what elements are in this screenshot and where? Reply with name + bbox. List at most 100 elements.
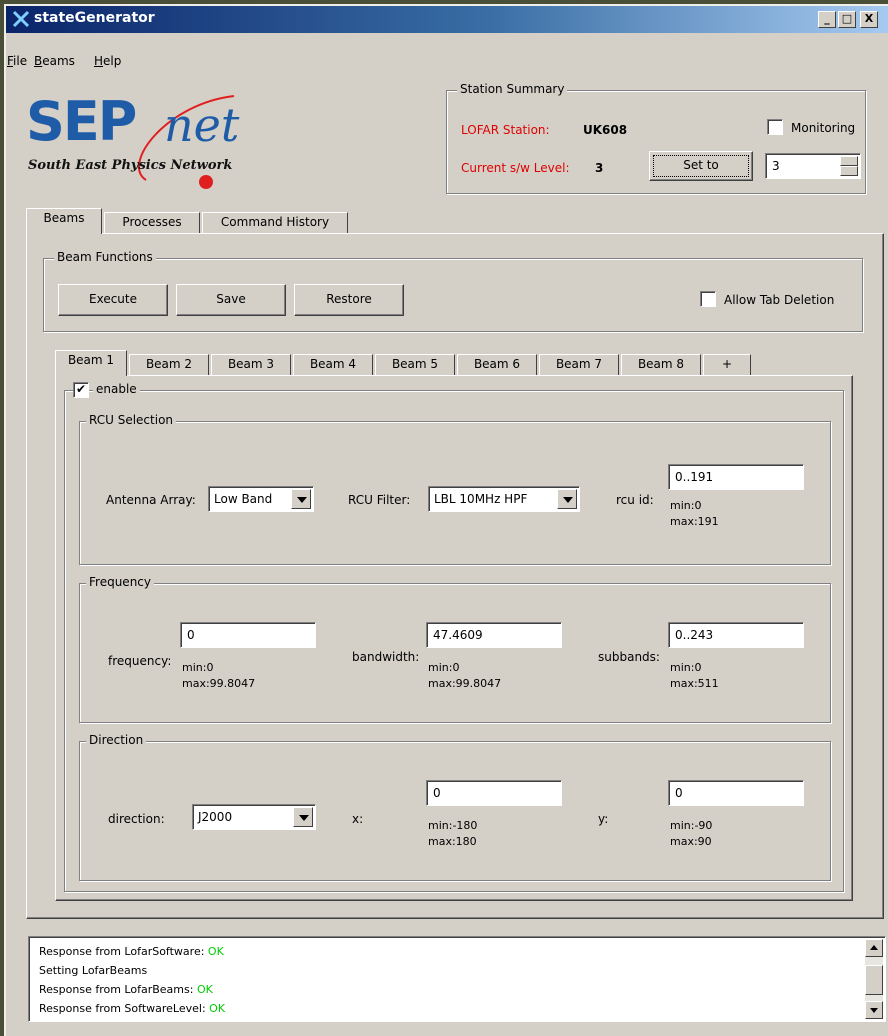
direction-group: Direction direction: J2000 x: 0 min:-180… [79,733,831,881]
rcu-filter-value: LBL 10MHz HPF [434,492,528,506]
subbands-input[interactable]: 0..243 [668,622,804,648]
rcu-selection-legend: RCU Selection [86,413,177,427]
execute-button[interactable]: Execute [58,284,168,316]
log-line: Response from LofarSoftware: OK [39,945,224,958]
menu-help[interactable]: Help [94,54,121,68]
tab-beam-6[interactable]: Beam 6 [457,354,537,376]
logo-sep-text: SEP [26,90,137,153]
app-icon [12,10,30,28]
level-value: 3 [595,161,604,175]
scroll-thumb[interactable] [865,965,883,995]
x-max: max:180 [428,835,477,848]
minimize-button[interactable]: _ [818,11,836,28]
station-label: LOFAR Station: [461,123,550,137]
monitoring-label: Monitoring [791,121,856,135]
direction-select[interactable]: J2000 [192,804,316,830]
status-ok: OK [209,1002,226,1015]
level-spinbox[interactable]: 3 [765,153,861,179]
log-line: Response from LofarBeams: OK [39,983,213,996]
direction-label: direction: [108,812,165,826]
tab-command-history[interactable]: Command History [202,212,348,234]
window-title: stateGenerator [34,10,155,26]
antenna-array-select[interactable]: Low Band [208,486,314,512]
maximize-button[interactable]: □ [838,11,856,28]
x-min: min:-180 [428,819,478,832]
station-summary-legend: Station Summary [457,82,568,96]
y-max: max:90 [670,835,712,848]
tab-processes[interactable]: Processes [104,212,200,234]
frequency-label: frequency: [108,654,172,668]
y-min: min:-90 [670,819,713,832]
beams-tab-panel: Beam Functions Execute Save Restore Allo… [26,233,884,919]
app-window: stateGenerator _ □ X File Beams Help SEP… [4,4,888,1036]
bandwidth-min: min:0 [428,661,460,674]
tab-beam-7[interactable]: Beam 7 [539,354,619,376]
frequency-input[interactable]: 0 [180,622,316,648]
set-to-button[interactable]: Set to [649,151,753,181]
scroll-down-icon[interactable] [865,1001,883,1019]
chevron-down-icon[interactable] [291,489,311,509]
rcu-id-max: max:191 [670,515,719,528]
tab-beam-8[interactable]: Beam 8 [621,354,701,376]
bandwidth-input[interactable]: 47.4609 [426,622,562,648]
chevron-down-icon[interactable] [293,807,313,827]
y-input[interactable]: 0 [668,780,804,806]
response-log[interactable]: Response from LofarSoftware: OK Setting … [28,936,886,1022]
antenna-array-label: Antenna Array: [106,493,196,507]
bandwidth-max: max:99.8047 [428,677,502,690]
frequency-min: min:0 [182,661,214,674]
bandwidth-label: bandwidth: [352,650,420,664]
station-value: UK608 [583,123,628,137]
beam-1-panel: ✔ enable RCU Selection Antenna Array: Lo… [55,375,853,901]
direction-value: J2000 [198,810,233,824]
log-scrollbar[interactable] [865,939,883,1019]
chevron-down-icon[interactable] [557,489,577,509]
close-button[interactable]: X [860,11,878,28]
add-beam-tab-button[interactable]: + [703,354,751,376]
logo-net-text: net [164,98,240,152]
frequency-group: Frequency frequency: 0 min:0 max:99.8047… [79,575,831,723]
beam-functions-group: Beam Functions Execute Save Restore Allo… [43,250,863,332]
menu-beams[interactable]: Beams [34,54,75,68]
menu-file[interactable]: File [7,54,27,68]
allow-tab-deletion-label: Allow Tab Deletion [724,293,835,307]
level-label: Current s/w Level: [461,161,570,175]
antenna-array-value: Low Band [214,492,273,506]
scroll-up-icon[interactable] [865,939,883,957]
station-summary-group: Station Summary LOFAR Station: UK608 Mon… [446,82,866,194]
log-line: Setting LofarBeams [39,964,148,977]
level-spinbox-value: 3 [772,159,780,173]
direction-legend: Direction [86,733,147,747]
rcu-id-input[interactable]: 0..191 [668,464,804,490]
tab-beam-5[interactable]: Beam 5 [375,354,455,376]
subbands-min: min:0 [670,661,702,674]
save-button[interactable]: Save [176,284,286,316]
rcu-filter-select[interactable]: LBL 10MHz HPF [428,486,580,512]
tab-beam-3[interactable]: Beam 3 [211,354,291,376]
tab-beams[interactable]: Beams [26,208,102,234]
logo-tagline: South East Physics Network [28,158,233,173]
restore-button[interactable]: Restore [294,284,404,316]
status-ok: OK [207,945,224,958]
x-input[interactable]: 0 [426,780,562,806]
tab-beam-4[interactable]: Beam 4 [293,354,373,376]
subbands-max: max:511 [670,677,719,690]
x-label: x: [352,812,364,826]
frequency-max: max:99.8047 [182,677,256,690]
title-bar[interactable]: stateGenerator _ □ X [6,6,888,33]
monitoring-checkbox[interactable] [767,119,783,135]
subbands-label: subbands: [598,650,660,664]
allow-tab-deletion-checkbox[interactable] [700,291,716,307]
tab-beam-2[interactable]: Beam 2 [129,354,209,376]
frequency-legend: Frequency [86,575,154,589]
beam-functions-legend: Beam Functions [54,250,156,264]
log-line: Response from SoftwareLevel: OK [39,1002,226,1015]
y-label: y: [598,812,609,826]
rcu-id-label: rcu id: [616,493,654,507]
enable-group: ✔ enable RCU Selection Antenna Array: Lo… [64,382,844,892]
tab-beam-1[interactable]: Beam 1 [55,350,127,376]
enable-label: enable [93,382,140,396]
rcu-id-min: min:0 [670,499,702,512]
spin-arrows-icon[interactable] [840,156,858,176]
enable-checkbox[interactable]: ✔ [73,382,89,398]
